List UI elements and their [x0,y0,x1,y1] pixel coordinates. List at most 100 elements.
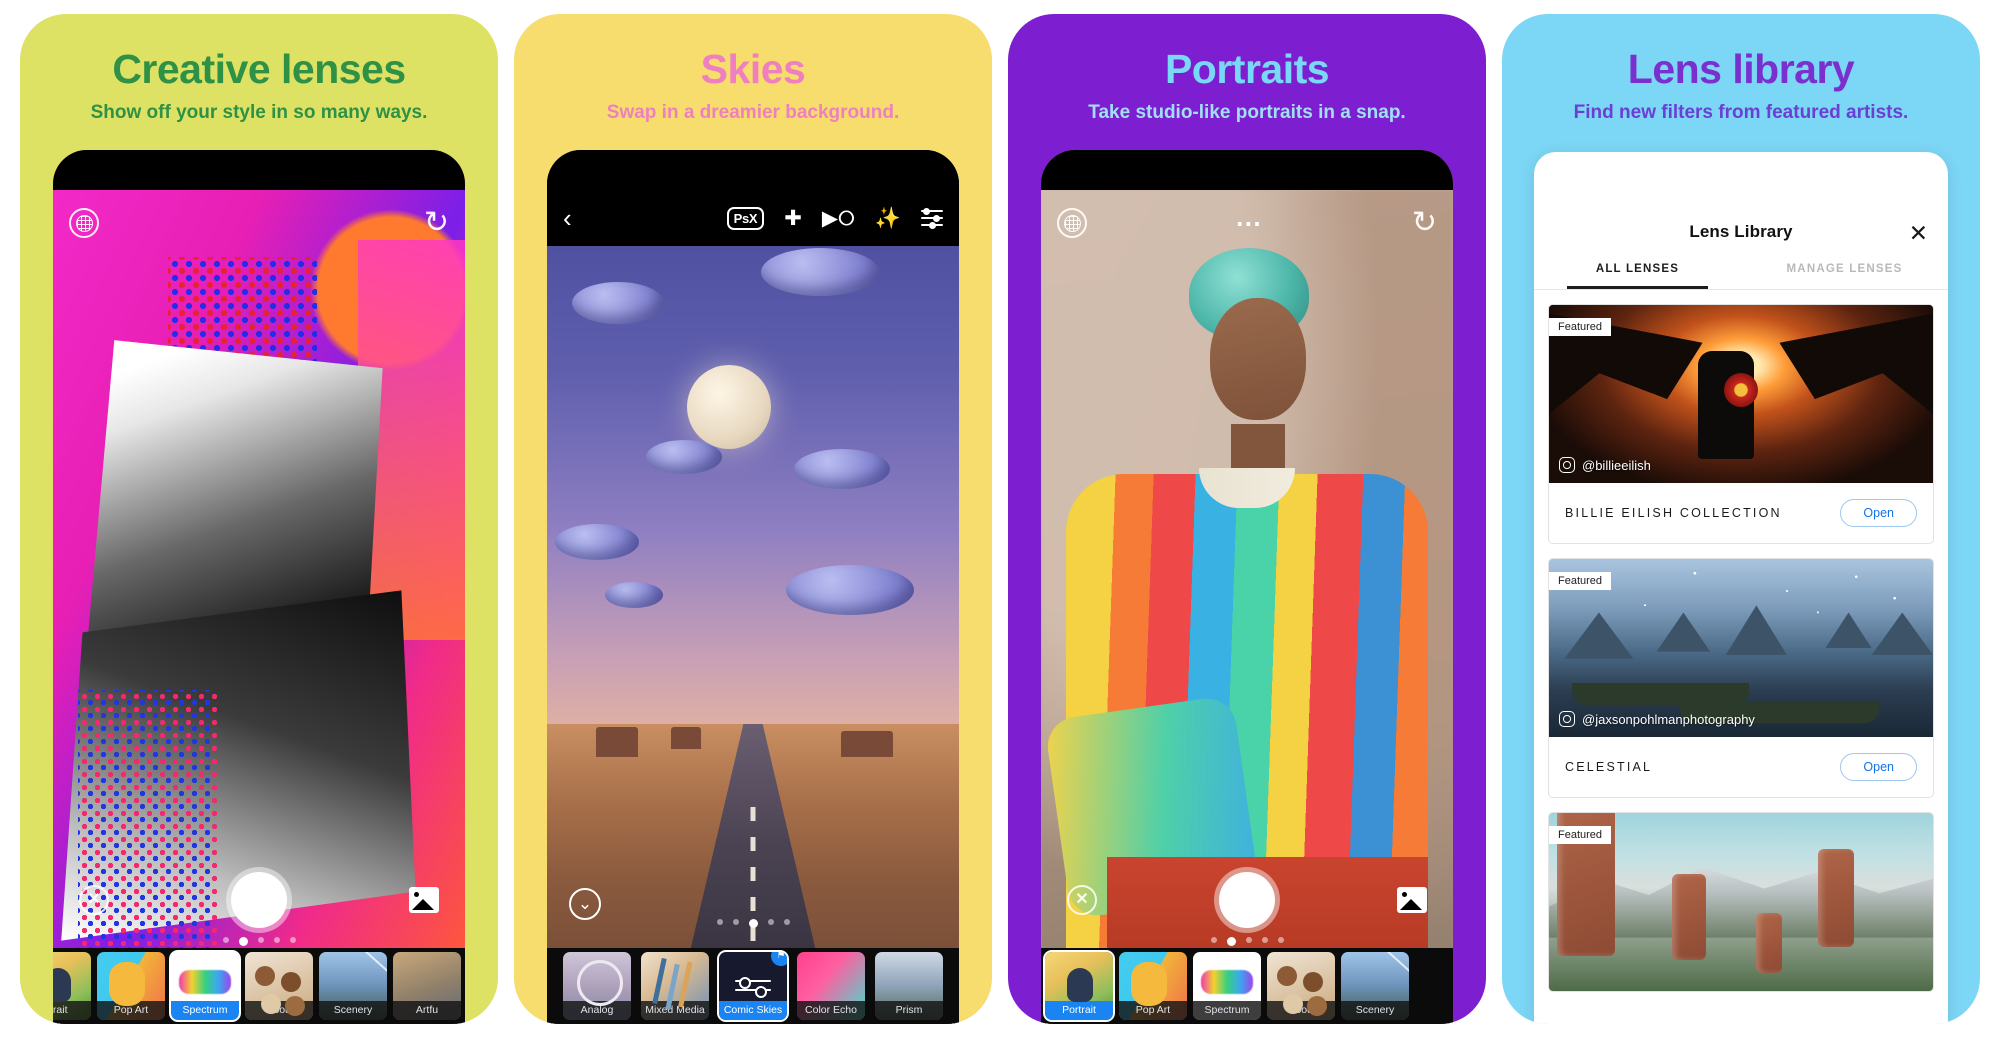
more-options-icon[interactable]: ⋯ [1235,210,1263,236]
pager-dot[interactable] [716,919,723,925]
phone-mockup: ‹ PsX ✚ ▶⭘ ✨ ⌄ Analog Mixed Media ⚑ Comi… [547,150,959,1024]
collection-name: CELESTIAL [1565,760,1653,775]
pager-dot[interactable] [783,919,790,925]
filter-thumb-selected[interactable]: Portrait [1045,952,1113,1020]
featured-badge: Featured [1549,826,1612,845]
lens-card[interactable]: Featured [1548,812,1934,993]
filter-thumb[interactable]: rtrait [53,952,91,1020]
magic-wand-icon[interactable]: ✨ [875,208,901,229]
cloud [794,448,891,489]
page-subtitle: Find new filters from featured artists. [1573,102,1909,124]
pager-dot[interactable] [1210,937,1217,943]
psx-badge[interactable]: PsX [726,206,765,230]
filter-thumb[interactable]: Spectrum [1193,952,1261,1020]
filter-thumb[interactable]: Scenery [319,952,387,1020]
preview-halftone-b [77,690,218,974]
editor-canvas-image [547,190,959,1024]
filter-label: Artfu [393,1001,461,1020]
filter-label: Scenery [1341,1001,1409,1020]
panel-header: Lens library Find new filters from featu… [1502,14,1980,124]
shutter-button[interactable] [231,872,287,928]
open-button[interactable]: Open [1840,499,1917,528]
flip-camera-icon[interactable]: ↻ [424,208,449,238]
close-icon[interactable]: ✕ [79,885,109,915]
sliders-icon[interactable] [921,205,943,231]
instagram-icon [1559,457,1575,474]
gallery-icon[interactable] [409,887,439,913]
flip-camera-icon[interactable]: ↻ [1412,208,1437,238]
rotate-icon[interactable]: ▶⭘ [822,208,855,229]
page-title: Skies [700,46,806,92]
pager-dot[interactable] [1261,937,1268,943]
lens-card[interactable]: Featured @jaxsonpohlmanphotography CELES… [1548,558,1934,799]
filter-thumb[interactable]: Food [245,952,313,1020]
artist-handle: @billieeilish [1559,457,1651,474]
open-button[interactable]: Open [1840,753,1917,782]
globe-icon[interactable] [69,208,99,239]
filter-label: Color Echo [797,1001,865,1020]
filter-thumb[interactable]: Scenery [1341,952,1409,1020]
lens-pager [53,937,465,946]
chevron-left-icon[interactable]: ‹ [563,205,572,231]
pager-dot[interactable] [1277,937,1284,943]
pager-dot[interactable] [257,937,264,943]
status-bar [1041,150,1453,191]
tab-all-lenses[interactable]: ALL LENSES [1534,248,1741,290]
close-icon[interactable]: ✕ [1909,222,1928,245]
panel-skies: Skies Swap in a dreamier background. ‹ P… [514,14,992,1024]
filter-label: Food [1267,1001,1335,1020]
move-icon[interactable]: ✚ [784,208,802,229]
phone-mockup: ⋯ ↻ ✕ Portrait Pop Art Spectrum Food Sce… [1041,150,1453,1024]
pager-dot-active[interactable] [748,919,758,928]
tab-manage-lenses[interactable]: MANAGE LENSES [1741,248,1948,289]
filter-thumb-selected[interactable]: ⚑ Comic Skies [719,952,787,1020]
pager-dot[interactable] [273,937,280,943]
page-subtitle: Swap in a dreamier background. [606,102,900,124]
pager-dot-active[interactable] [238,937,248,946]
adjust-icon [735,973,771,998]
lens-card-list: Featured @billieeilish BILLIE EILISH COL… [1534,290,1948,993]
page-title: Portraits [1164,46,1330,92]
mesa [596,727,639,758]
filter-thumb[interactable]: Pop Art [1119,952,1187,1020]
pager-dot[interactable] [732,919,739,925]
mesa [670,726,701,749]
panel-header: Skies Swap in a dreamier background. [514,14,992,124]
panel-header: Creative lenses Show off your style in s… [20,14,498,124]
featured-badge: Featured [1549,318,1612,337]
gallery-icon[interactable] [1397,887,1427,913]
globe-icon[interactable] [1057,208,1087,239]
filter-thumb[interactable]: Pop Art [97,952,165,1020]
filter-label: Spectrum [171,1001,239,1020]
sheet-header: Lens Library ✕ [1534,152,1948,248]
lens-card[interactable]: Featured @billieeilish BILLIE EILISH COL… [1548,304,1934,545]
filter-strip: rtrait Pop Art Spectrum Food Scenery [53,948,465,1024]
editor-tools: PsX ✚ ▶⭘ ✨ [726,205,943,231]
cloud [571,281,664,324]
shutter-button[interactable] [1219,872,1275,928]
pager-dot[interactable] [289,937,296,943]
panel-creative-lenses: Creative lenses Show off your style in s… [20,14,498,1024]
status-bar [547,150,959,191]
filter-thumb[interactable]: Mixed Media [641,952,709,1020]
chevron-down-icon[interactable]: ⌄ [569,888,601,920]
pager-dot[interactable] [1245,937,1252,943]
page-title: Creative lenses [112,46,406,92]
filter-label: Mixed Media [641,1001,709,1020]
pager-dot[interactable] [767,919,774,925]
app-store-screenshot-gallery: Creative lenses Show off your style in s… [0,0,2000,1042]
filter-label: Pop Art [1119,1001,1187,1020]
filter-thumb[interactable]: Color Echo [797,952,865,1020]
pager-dot[interactable] [222,937,229,943]
filter-label: Analog [563,1001,631,1020]
filter-label: Comic Skies [719,1001,787,1020]
filter-thumb[interactable]: Food [1267,952,1335,1020]
sky-background [547,190,959,758]
pager-dot-active[interactable] [1226,937,1236,946]
filter-thumb[interactable]: Prism [875,952,943,1020]
filter-thumb[interactable]: Analog [563,952,631,1020]
filter-thumb[interactable]: Artfu [393,952,461,1020]
filter-thumb-selected[interactable]: Spectrum [171,952,239,1020]
close-icon[interactable]: ✕ [1067,885,1097,915]
cloud [785,565,914,616]
